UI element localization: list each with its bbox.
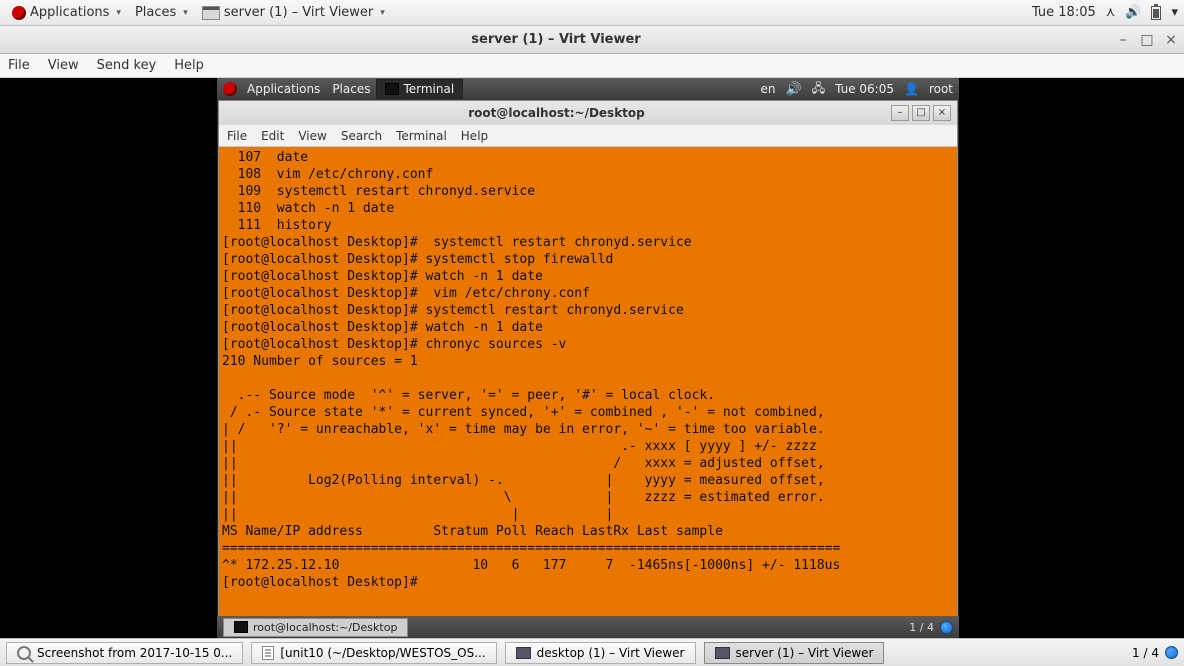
virt-titlebar[interactable]: server (1) – Virt Viewer – □ × xyxy=(0,26,1184,54)
guest-workspace-dot-icon[interactable] xyxy=(940,621,953,634)
virt-menu-sendkey[interactable]: Send key xyxy=(97,58,157,73)
guest-bottom-panel: root@localhost:~/Desktop 1 / 4 xyxy=(217,616,959,638)
terminal-minimize-button[interactable]: – xyxy=(891,105,909,121)
terminal-menu-file[interactable]: File xyxy=(227,129,247,143)
virt-menu-view[interactable]: View xyxy=(48,58,79,73)
guest-lang-indicator[interactable]: en xyxy=(761,82,776,96)
guest-workspace-indicator[interactable]: 1 / 4 xyxy=(909,621,934,634)
terminal-icon xyxy=(234,621,248,633)
terminal-body[interactable]: 107 date 108 vim /etc/chrony.conf 109 sy… xyxy=(219,147,957,616)
host-workspace-indicator[interactable]: 1 / 4 xyxy=(1132,646,1159,660)
virt-title: server (1) – Virt Viewer xyxy=(6,32,1106,47)
task-desktop1[interactable]: desktop (1) – Virt Viewer xyxy=(505,642,696,664)
host-workspace-dot-icon[interactable] xyxy=(1165,646,1178,659)
virt-menu-file[interactable]: File xyxy=(8,58,30,73)
terminal-title: root@localhost:~/Desktop xyxy=(225,106,888,120)
terminal-close-button[interactable]: × xyxy=(933,105,951,121)
guest-applications-menu[interactable]: Applications xyxy=(241,80,326,98)
task-server1-label: server (1) – Virt Viewer xyxy=(736,646,874,660)
task-server1[interactable]: server (1) – Virt Viewer xyxy=(704,642,885,664)
magnifier-icon xyxy=(17,646,31,660)
screen-icon xyxy=(715,647,730,659)
guest-task-label: root@localhost:~/Desktop xyxy=(253,621,397,634)
guest-user-icon[interactable]: 👤 xyxy=(904,82,919,96)
speaker-icon[interactable]: 🔊 xyxy=(1125,5,1141,20)
terminal-menu-terminal[interactable]: Terminal xyxy=(396,129,447,143)
user-menu-icon[interactable]: ▾ xyxy=(1171,5,1178,20)
task-screenshot[interactable]: Screenshot from 2017-10-15 0... xyxy=(6,642,243,664)
guest-user-label[interactable]: root xyxy=(929,82,953,96)
terminal-menu-search[interactable]: Search xyxy=(341,129,382,143)
applications-label: Applications xyxy=(30,5,109,20)
host-clock[interactable]: Tue 18:05 xyxy=(1032,5,1096,20)
screen-icon xyxy=(516,647,531,659)
window-thumb-icon xyxy=(202,6,220,20)
running-app-label: server (1) – Virt Viewer xyxy=(224,5,373,20)
task-unit10[interactable]: [unit10 (~/Desktop/WESTOS_OS... xyxy=(251,642,496,664)
guest-redhat-logo-icon xyxy=(223,82,237,96)
task-unit10-label: [unit10 (~/Desktop/WESTOS_OS... xyxy=(280,646,485,660)
close-button[interactable]: × xyxy=(1164,33,1178,47)
virt-viewport: Applications Places Terminal en 🔊 🖧 Tue … xyxy=(0,78,1184,638)
guest-desktop: Applications Places Terminal en 🔊 🖧 Tue … xyxy=(217,78,959,638)
minimize-button[interactable]: – xyxy=(1116,33,1130,47)
terminal-menu-help[interactable]: Help xyxy=(461,129,488,143)
guest-places-menu[interactable]: Places xyxy=(326,80,376,98)
guest-terminal-tab[interactable]: Terminal xyxy=(376,79,463,99)
terminal-maximize-button[interactable]: □ xyxy=(912,105,930,121)
guest-terminal-tab-label: Terminal xyxy=(403,82,454,96)
terminal-menu-edit[interactable]: Edit xyxy=(261,129,284,143)
places-menu[interactable]: Places xyxy=(129,3,194,22)
host-bottom-panel: Screenshot from 2017-10-15 0... [unit10 … xyxy=(0,638,1184,666)
terminal-menubar: File Edit View Search Terminal Help xyxy=(219,125,957,147)
redhat-logo-icon xyxy=(12,6,26,20)
document-icon xyxy=(262,646,274,660)
battery-icon[interactable] xyxy=(1151,6,1161,20)
guest-task-terminal[interactable]: root@localhost:~/Desktop xyxy=(223,618,408,637)
guest-network-icon[interactable]: 🖧 xyxy=(812,79,825,100)
guest-speaker-icon[interactable]: 🔊 xyxy=(786,82,802,97)
running-app-menu[interactable]: server (1) – Virt Viewer xyxy=(196,3,391,22)
host-top-panel: Applications Places server (1) – Virt Vi… xyxy=(0,0,1184,26)
applications-menu[interactable]: Applications xyxy=(6,3,127,22)
task-screenshot-label: Screenshot from 2017-10-15 0... xyxy=(37,646,232,660)
terminal-titlebar[interactable]: root@localhost:~/Desktop – □ × xyxy=(219,101,957,125)
terminal-icon xyxy=(385,83,399,95)
task-desktop1-label: desktop (1) – Virt Viewer xyxy=(537,646,685,660)
virt-menubar: File View Send key Help xyxy=(0,54,1184,78)
places-label: Places xyxy=(135,5,176,20)
guest-clock[interactable]: Tue 06:05 xyxy=(835,82,894,96)
maximize-button[interactable]: □ xyxy=(1140,33,1154,47)
wifi-icon[interactable]: ⋏ xyxy=(1106,5,1116,20)
terminal-window: root@localhost:~/Desktop – □ × File Edit… xyxy=(218,100,958,617)
terminal-menu-view[interactable]: View xyxy=(298,129,326,143)
virt-menu-help[interactable]: Help xyxy=(174,58,204,73)
virt-viewer-window: server (1) – Virt Viewer – □ × File View… xyxy=(0,26,1184,638)
guest-top-panel: Applications Places Terminal en 🔊 🖧 Tue … xyxy=(217,78,959,100)
